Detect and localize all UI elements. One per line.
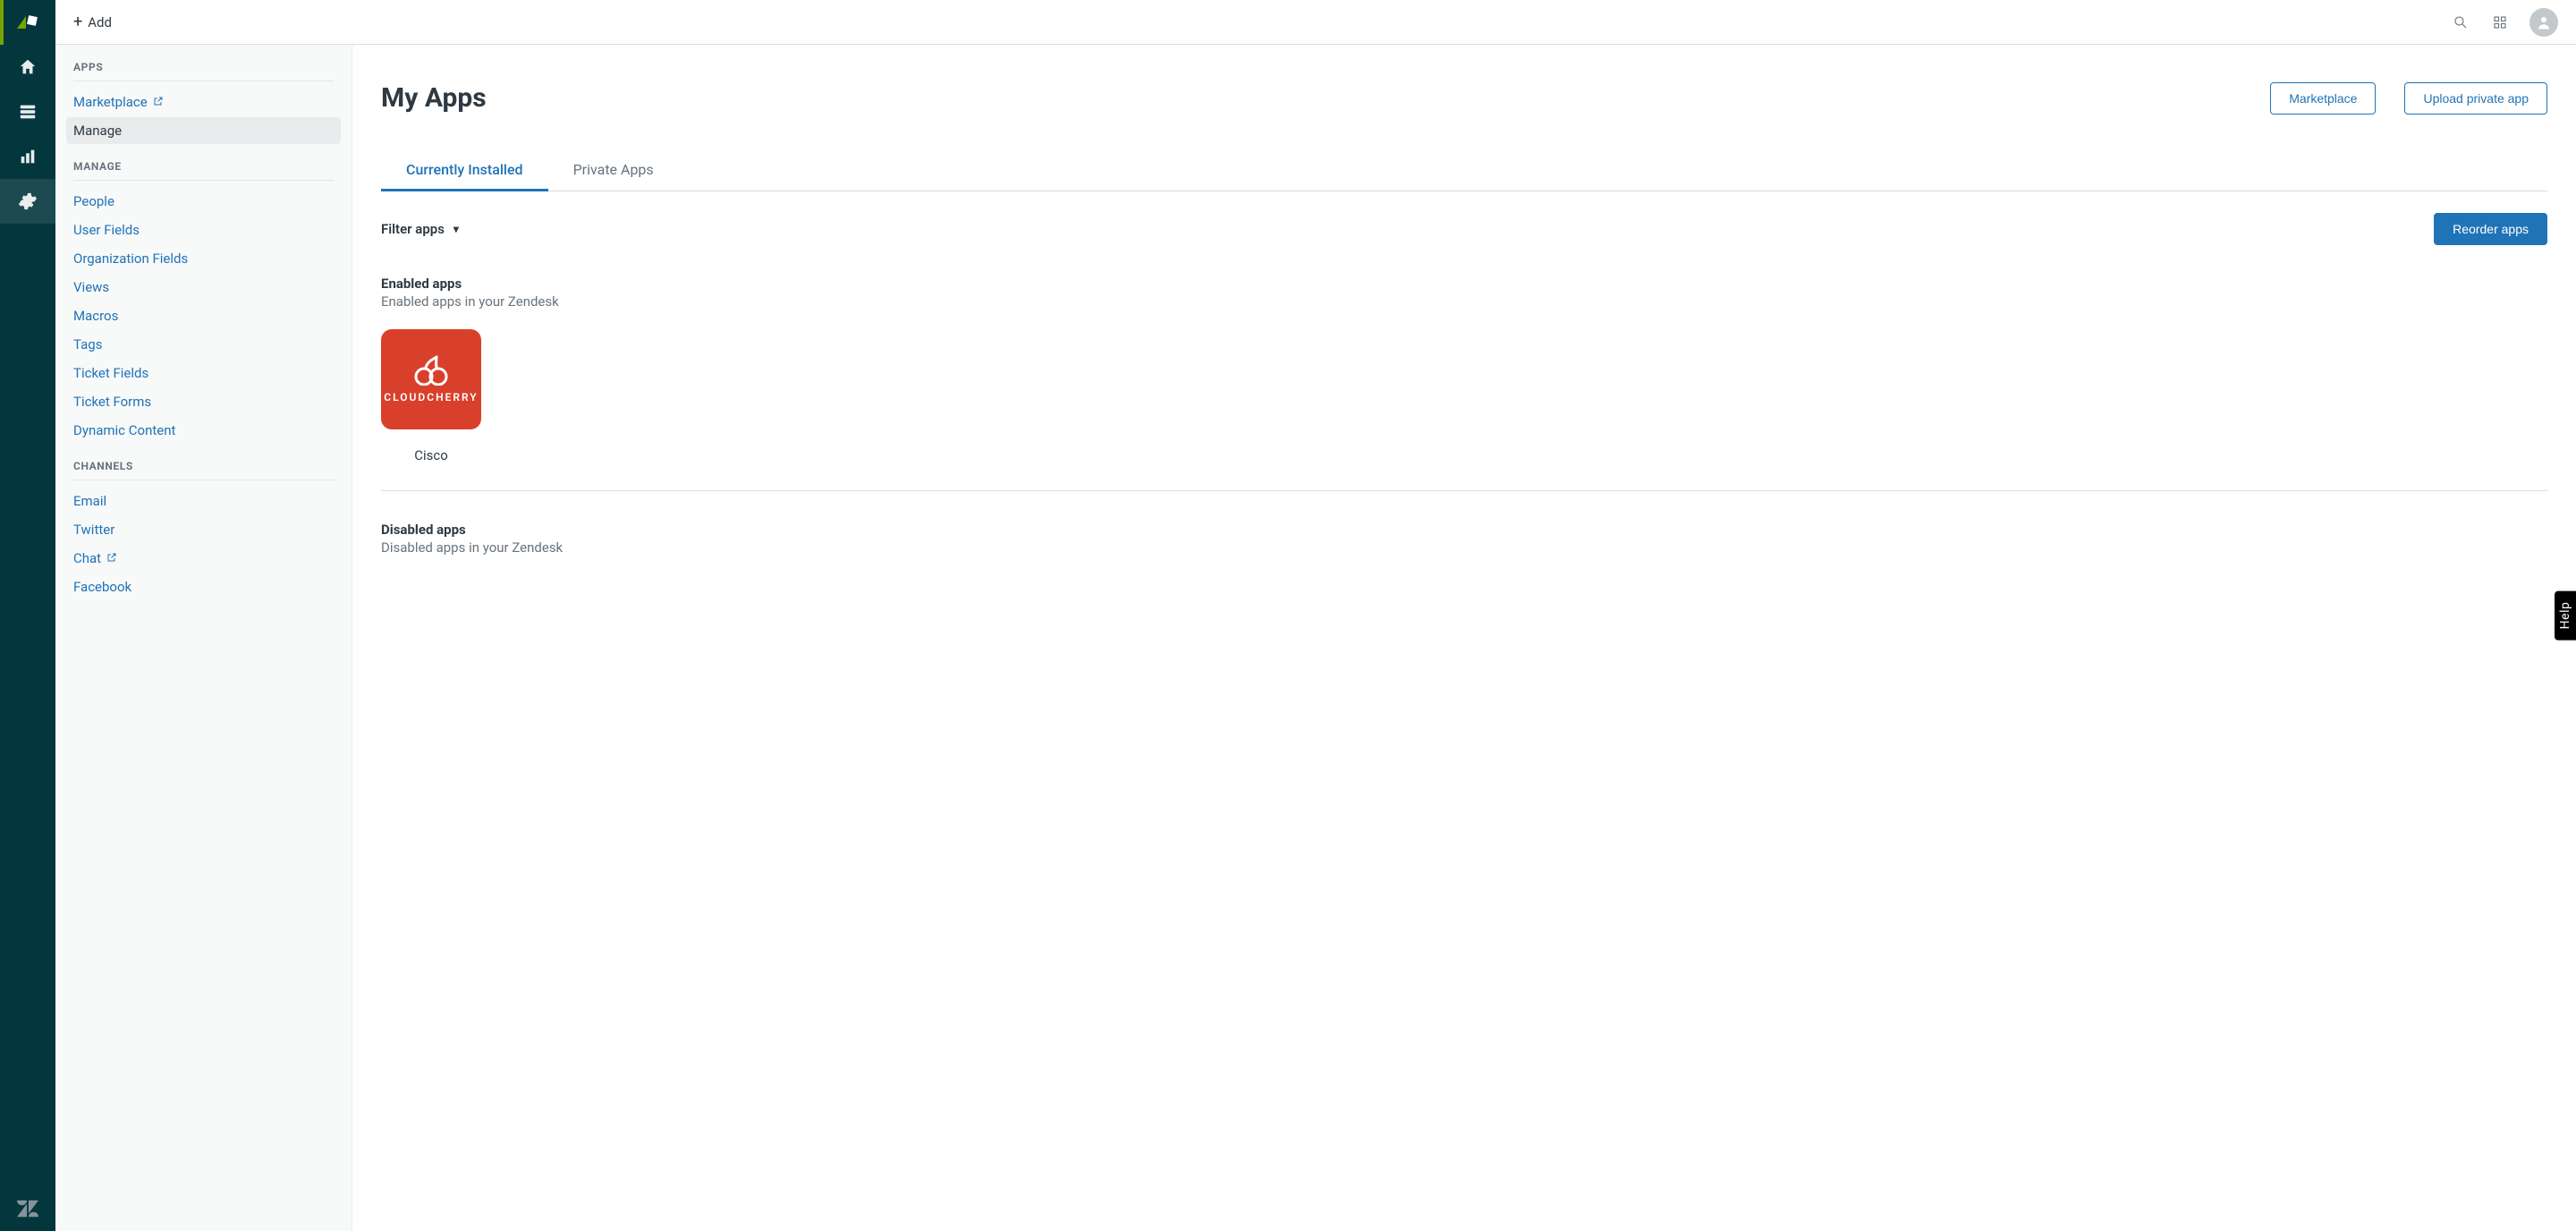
rail-home[interactable] bbox=[0, 45, 55, 89]
sidebar-item-ticket-forms[interactable]: Ticket Forms bbox=[66, 388, 341, 415]
sidebar-item-label: User Fields bbox=[73, 222, 140, 238]
sidebar-section-apps: APPS bbox=[73, 57, 334, 81]
sidebar-item-label: Twitter bbox=[73, 522, 114, 538]
zendesk-product-logo-icon bbox=[15, 13, 40, 32]
top-bar: + Add bbox=[55, 0, 2576, 45]
sidebar-section-channels: CHANNELS bbox=[73, 456, 334, 480]
disabled-apps-heading: Disabled apps bbox=[381, 522, 2547, 538]
section-divider bbox=[381, 490, 2547, 491]
sidebar-item-tags[interactable]: Tags bbox=[66, 331, 341, 358]
product-logo[interactable] bbox=[0, 0, 55, 45]
tabs: Currently Installed Private Apps bbox=[381, 150, 2547, 191]
sidebar-item-label: Manage bbox=[73, 123, 122, 139]
disabled-apps-sub: Disabled apps in your Zendesk bbox=[381, 539, 2547, 556]
rail-reporting[interactable] bbox=[0, 134, 55, 179]
sidebar-item-ticket-fields[interactable]: Ticket Fields bbox=[66, 360, 341, 386]
sidebar-item-label: People bbox=[73, 193, 114, 209]
main-panel: My Apps Marketplace Upload private app C… bbox=[352, 45, 2576, 1231]
enabled-apps-grid: CLOUDCHERRY Cisco bbox=[381, 329, 2547, 463]
page-title: My Apps bbox=[381, 82, 2241, 114]
sidebar-item-people[interactable]: People bbox=[66, 188, 341, 215]
sidebar-item-label: Organization Fields bbox=[73, 250, 188, 267]
bar-chart-icon bbox=[18, 147, 38, 166]
rail-views[interactable] bbox=[0, 89, 55, 134]
app-tile: CLOUDCHERRY bbox=[381, 329, 481, 429]
apps-switcher-button[interactable] bbox=[2485, 7, 2515, 38]
main-wrap: + Add APPS Marketplace Manage bbox=[55, 0, 2576, 1231]
marketplace-button[interactable]: Marketplace bbox=[2270, 82, 2376, 115]
user-avatar[interactable] bbox=[2529, 8, 2558, 37]
tab-currently-installed[interactable]: Currently Installed bbox=[381, 150, 548, 191]
sidebar-item-label: Tags bbox=[73, 336, 102, 352]
sidebar-item-label: Chat bbox=[73, 550, 101, 566]
sidebar-item-label: Views bbox=[73, 279, 109, 295]
views-icon bbox=[18, 102, 38, 122]
settings-sidebar: APPS Marketplace Manage MANAGE People Us… bbox=[55, 45, 352, 1231]
search-button[interactable] bbox=[2445, 7, 2476, 38]
plus-icon: + bbox=[73, 14, 82, 30]
content-row: APPS Marketplace Manage MANAGE People Us… bbox=[55, 45, 2576, 1231]
filter-row: Filter apps ▾ Reorder apps bbox=[381, 213, 2547, 245]
sidebar-item-label: Ticket Fields bbox=[73, 365, 148, 381]
sidebar-item-label: Dynamic Content bbox=[73, 422, 175, 438]
rail-zendesk[interactable] bbox=[0, 1186, 55, 1231]
nav-rail bbox=[0, 0, 55, 1231]
filter-label-text: Filter apps bbox=[381, 221, 445, 237]
external-link-icon bbox=[153, 94, 164, 110]
sidebar-item-manage[interactable]: Manage bbox=[66, 117, 341, 144]
help-tab[interactable]: Help bbox=[2555, 591, 2576, 641]
sidebar-item-twitter[interactable]: Twitter bbox=[66, 516, 341, 543]
add-button[interactable]: + Add bbox=[68, 11, 117, 34]
sidebar-item-email[interactable]: Email bbox=[66, 488, 341, 514]
sidebar-item-user-fields[interactable]: User Fields bbox=[66, 216, 341, 243]
sidebar-item-dynamic-content[interactable]: Dynamic Content bbox=[66, 417, 341, 444]
tile-brand-text: CLOUDCHERRY bbox=[384, 391, 478, 403]
rail-admin[interactable] bbox=[0, 179, 55, 224]
sidebar-section-manage: MANAGE bbox=[73, 157, 334, 181]
search-icon bbox=[2453, 14, 2469, 30]
upload-private-app-button[interactable]: Upload private app bbox=[2404, 82, 2547, 115]
panel-header: My Apps Marketplace Upload private app bbox=[381, 82, 2547, 115]
sidebar-item-label: Marketplace bbox=[73, 94, 148, 110]
sidebar-item-facebook[interactable]: Facebook bbox=[66, 573, 341, 600]
app-name: Cisco bbox=[414, 447, 448, 463]
sidebar-item-marketplace[interactable]: Marketplace bbox=[66, 89, 341, 115]
app-card-cisco[interactable]: CLOUDCHERRY Cisco bbox=[381, 329, 481, 463]
sidebar-item-label: Facebook bbox=[73, 579, 131, 595]
reorder-apps-button[interactable]: Reorder apps bbox=[2434, 213, 2547, 245]
sidebar-item-views[interactable]: Views bbox=[66, 274, 341, 301]
external-link-icon bbox=[106, 550, 117, 566]
gear-icon bbox=[18, 191, 38, 211]
chevron-down-icon: ▾ bbox=[453, 223, 459, 235]
home-icon bbox=[18, 57, 38, 77]
sidebar-item-organization-fields[interactable]: Organization Fields bbox=[66, 245, 341, 272]
sidebar-item-label: Ticket Forms bbox=[73, 394, 151, 410]
help-tab-label: Help bbox=[2558, 602, 2572, 630]
user-icon bbox=[2536, 14, 2552, 30]
zendesk-logo-icon bbox=[17, 1198, 38, 1219]
filter-apps-dropdown[interactable]: Filter apps ▾ bbox=[381, 221, 459, 237]
sidebar-item-label: Email bbox=[73, 493, 106, 509]
sidebar-item-label: Macros bbox=[73, 308, 118, 324]
sidebar-item-macros[interactable]: Macros bbox=[66, 302, 341, 329]
add-label: Add bbox=[88, 14, 112, 30]
tab-private-apps[interactable]: Private Apps bbox=[548, 150, 679, 191]
sidebar-item-chat[interactable]: Chat bbox=[66, 545, 341, 572]
enabled-apps-sub: Enabled apps in your Zendesk bbox=[381, 293, 2547, 310]
grid-icon bbox=[2492, 14, 2508, 30]
cloudcherry-icon bbox=[410, 355, 453, 386]
enabled-apps-heading: Enabled apps bbox=[381, 276, 2547, 292]
